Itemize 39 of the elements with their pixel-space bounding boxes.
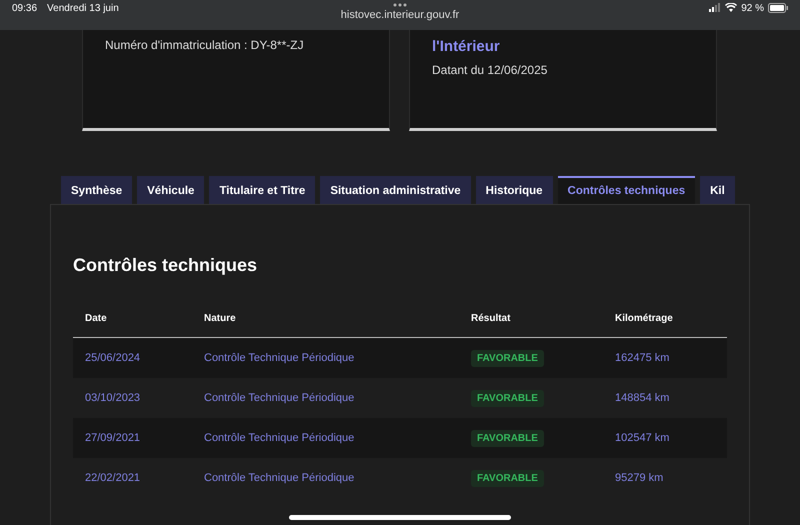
result-badge: FAVORABLE: [471, 430, 544, 446]
mileage-cell-text: 102547 km: [615, 432, 670, 444]
tab[interactable]: Véhicule: [137, 176, 204, 204]
date-cell-text: 03/10/2023: [85, 392, 142, 404]
signal-icon: [709, 3, 722, 12]
result-badge: FAVORABLE: [471, 470, 544, 486]
battery-icon: [768, 3, 788, 13]
section-title: Contrôles techniques: [73, 255, 258, 276]
battery-percentage: 92 %: [741, 3, 764, 14]
nature-cell-text: Contrôle Technique Périodique: [204, 352, 356, 364]
mileage-cell-text: 95279 km: [615, 472, 664, 484]
card-title: l'Intérieur: [432, 38, 501, 55]
date-cell-text: 27/09/2021: [85, 432, 142, 444]
column-header: Kilométrage: [615, 313, 674, 324]
mileage-cell-text: 162475 km: [615, 352, 670, 364]
status-date: Vendredi 13 juin: [47, 3, 119, 14]
tab[interactable]: Situation administrative: [320, 176, 471, 204]
mileage-cell-text: 148854 km: [615, 392, 670, 404]
column-header: Nature: [204, 313, 237, 324]
tab[interactable]: Titulaire et Titre: [209, 176, 316, 204]
column-header: Résultat: [471, 313, 512, 324]
nature-cell-text: Contrôle Technique Périodique: [204, 392, 356, 404]
wifi-icon: [725, 3, 738, 12]
column-header: Date: [85, 313, 108, 324]
date-cell-text: 22/02/2021: [85, 472, 142, 484]
tab[interactable]: Kil: [700, 176, 735, 204]
address-url[interactable]: histovec.interieur.gouv.fr: [340, 9, 460, 21]
tab[interactable]: Contrôles techniques: [558, 176, 696, 204]
tab[interactable]: Synthèse: [61, 176, 132, 204]
clock-time: 09:36: [12, 3, 38, 14]
result-badge: FAVORABLE: [471, 350, 544, 366]
nature-cell-text: Contrôle Technique Périodique: [204, 432, 356, 444]
card-text: Datant du 12/06/2025: [432, 63, 548, 77]
nature-cell-text: Contrôle Technique Périodique: [204, 472, 356, 484]
more-icon[interactable]: [392, 3, 407, 7]
result-badge: FAVORABLE: [471, 390, 544, 406]
date-cell-text: 25/06/2024: [85, 352, 142, 364]
tab[interactable]: Historique: [476, 176, 553, 204]
card-text: Numéro d'immatriculation : DY-8**-ZJ: [105, 38, 305, 52]
